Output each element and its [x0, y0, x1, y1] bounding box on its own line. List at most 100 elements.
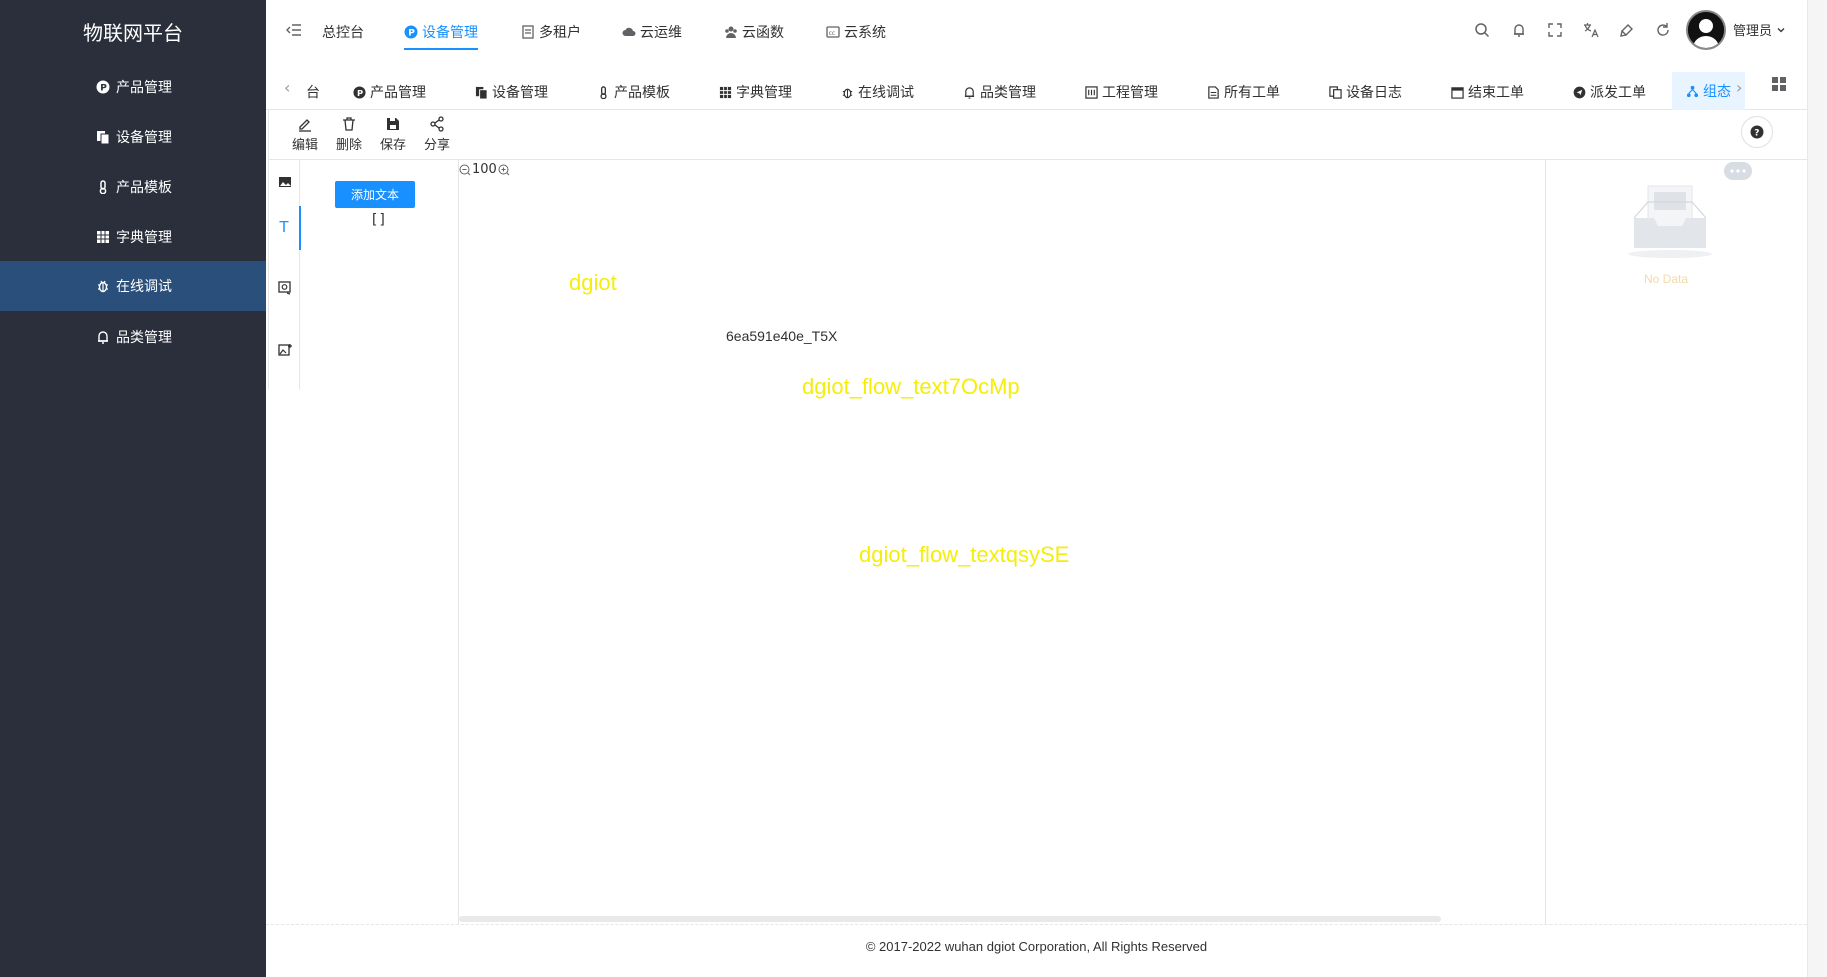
bell-icon	[96, 330, 110, 344]
device-icon	[278, 281, 291, 295]
chevron-left-icon[interactable]: ‹	[284, 78, 290, 97]
zoom-level: 100	[472, 162, 497, 177]
page-scrollbar[interactable]	[1807, 0, 1827, 977]
tag-product-management[interactable]: P 产品管理	[353, 82, 426, 102]
svg-text:P: P	[357, 87, 363, 97]
menu-fold-icon[interactable]	[286, 22, 302, 38]
canvas-text-node[interactable]: dgiot_flow_text7OcMp	[802, 374, 1020, 400]
document-icon	[1207, 85, 1220, 99]
refresh-icon[interactable]	[1655, 22, 1671, 38]
tag-device-log[interactable]: 设备日志	[1329, 82, 1402, 102]
tag-device-management[interactable]: 设备管理	[475, 82, 548, 102]
help-button[interactable]: ?	[1741, 116, 1773, 148]
thermometer-icon	[597, 85, 610, 99]
sidebar-item-dictionary-management[interactable]: 字典管理	[0, 212, 266, 262]
cluster-icon	[1686, 85, 1699, 98]
properties-panel: No Data	[1545, 160, 1807, 924]
sidebar-item-label: 字典管理	[116, 230, 172, 246]
tag-label: 派发工单	[1590, 85, 1646, 101]
add-text-button[interactable]: 添加文本	[335, 181, 415, 208]
tag-label: 字典管理	[736, 85, 792, 101]
strip-image-button[interactable]	[269, 160, 301, 204]
topnav-item-cloud-ops[interactable]: 云运维	[622, 0, 682, 64]
sidebar-item-online-debug[interactable]: 在线调试	[0, 261, 266, 311]
canvas-text-node[interactable]: dgiot_flow_textqsySE	[859, 542, 1069, 568]
footer-copyright: © 2017-2022 wuhan dgiot Corporation, All…	[266, 924, 1807, 977]
topnav-label: 多租户	[539, 25, 581, 41]
chevron-down-icon	[1776, 24, 1786, 39]
tag-closed-work-orders[interactable]: 结束工单	[1451, 82, 1524, 102]
chevron-right-icon[interactable]: ›	[1736, 78, 1742, 97]
tag-label: 设备管理	[492, 85, 548, 101]
topnav-item-device-management[interactable]: P 设备管理	[404, 0, 478, 64]
cc-icon: cc	[826, 25, 840, 39]
delete-label: 删除	[335, 138, 362, 153]
editor-toolbar: 编辑 删除 保存 分享 ?	[268, 110, 1807, 160]
search-icon[interactable]	[1474, 22, 1490, 38]
strip-add-image-button[interactable]	[269, 328, 301, 372]
topnav-label: 总控台	[322, 25, 364, 41]
canvas-text-node[interactable]: 6ea591e40e_T5X	[726, 328, 837, 344]
calendar-icon	[1451, 86, 1464, 99]
topnav-item-cloud-system[interactable]: cc 云系统	[826, 0, 886, 64]
strip-device-button[interactable]	[269, 266, 301, 310]
topnav-item-cloud-function[interactable]: 云函数	[724, 0, 784, 64]
translate-icon[interactable]	[1583, 22, 1599, 38]
tag-label: 产品管理	[370, 85, 426, 101]
tag-project-management[interactable]: 工程管理	[1085, 82, 1158, 102]
save-button[interactable]: 保存	[375, 116, 411, 153]
tag-label: 所有工单	[1224, 85, 1280, 101]
image-icon	[279, 177, 291, 187]
tag-console[interactable]: 台	[306, 82, 320, 102]
apps-icon[interactable]	[1771, 76, 1787, 92]
sidebar-item-product-template[interactable]: 产品模板	[0, 162, 266, 212]
tag-online-debug[interactable]: 在线调试	[841, 82, 914, 102]
share-label: 分享	[423, 138, 450, 153]
p-circle-icon: P	[96, 80, 110, 94]
copy-icon	[96, 130, 110, 145]
canvas-horizontal-scrollbar[interactable]	[459, 916, 1441, 922]
empty-inbox-icon	[1628, 162, 1752, 258]
send-icon	[1573, 86, 1586, 99]
canvas-text-node[interactable]: dgiot	[569, 270, 617, 296]
edit-button[interactable]: 编辑	[287, 116, 323, 153]
sidebar-item-device-management[interactable]: 设备管理	[0, 112, 266, 162]
question-icon: ?	[1750, 125, 1764, 139]
theme-icon[interactable]	[1619, 22, 1635, 38]
sidebar-item-label: 品类管理	[116, 330, 172, 346]
zoom-control: 100	[459, 162, 510, 177]
app-title: 物联网平台	[83, 21, 183, 45]
bell-icon[interactable]	[1511, 22, 1527, 38]
sidebar-item-label: 产品模板	[116, 180, 172, 196]
sidebar-item-product-management[interactable]: P 产品管理	[0, 62, 266, 112]
topnav-label: 云运维	[640, 25, 682, 41]
p-circle-icon: P	[404, 25, 418, 39]
sidebar: 物联网平台 P 产品管理 设备管理 产品模板 字典管理 在线调试 品类管理	[0, 0, 266, 977]
tag-dispatch-work-orders[interactable]: 派发工单	[1573, 82, 1646, 102]
topnav-item-multi-tenant[interactable]: 多租户	[521, 0, 581, 64]
share-button[interactable]: 分享	[419, 116, 455, 153]
sidebar-item-category-management[interactable]: 品类管理	[0, 312, 266, 362]
avatar[interactable]	[1686, 10, 1726, 50]
delete-button[interactable]: 删除	[331, 116, 367, 153]
tag-label: 台	[306, 85, 320, 101]
zoom-in-icon[interactable]	[498, 164, 510, 176]
fullscreen-icon[interactable]	[1547, 22, 1563, 38]
topnav-item-console[interactable]: 总控台	[322, 0, 364, 64]
tag-all-work-orders[interactable]: 所有工单	[1207, 82, 1280, 102]
tag-label: 品类管理	[980, 85, 1036, 101]
tag-category-management[interactable]: 品类管理	[963, 82, 1036, 102]
user-menu[interactable]: 管理员	[1733, 20, 1786, 39]
tag-product-template[interactable]: 产品模板	[597, 82, 670, 102]
svg-text:P: P	[408, 29, 415, 39]
strip-text-button[interactable]: T	[269, 206, 301, 250]
svg-text:cc: cc	[829, 30, 836, 37]
tag-topology[interactable]: 组态	[1672, 72, 1745, 110]
tag-dictionary-management[interactable]: 字典管理	[719, 82, 792, 102]
share-icon	[430, 116, 444, 132]
topology-canvas[interactable]: 100 dgiot 6ea591e40e_T5X dgiot_flow_text…	[459, 160, 1545, 924]
zoom-out-icon[interactable]	[459, 164, 471, 176]
grid-icon	[719, 86, 732, 99]
text-list-value: []	[370, 212, 387, 228]
save-label: 保存	[379, 138, 406, 153]
